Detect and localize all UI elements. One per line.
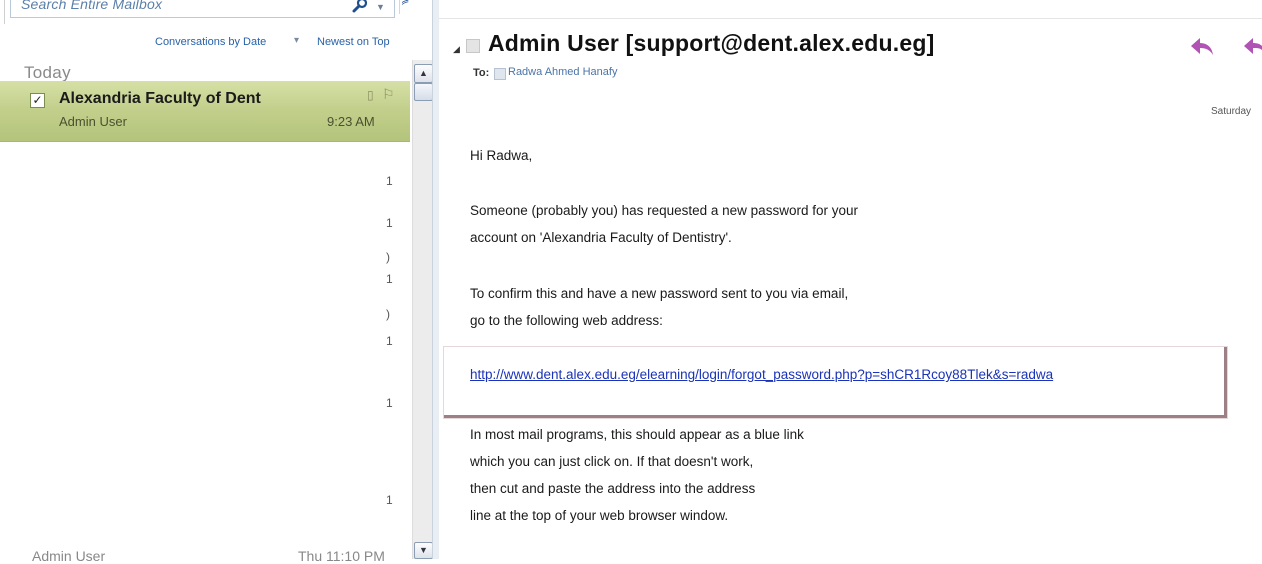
scroll-up-button[interactable]: ▲ (414, 64, 433, 83)
divider (439, 18, 1262, 19)
contact-icon (494, 68, 506, 80)
pane-edge (4, 0, 5, 24)
truncated-item: 1 (386, 174, 393, 188)
scrollbar[interactable]: ▲ ▼ (412, 60, 433, 559)
list-item-selected[interactable]: ✓ Alexandria Faculty of Dent Admin User … (0, 81, 410, 142)
category-icon[interactable]: ▯ (367, 88, 374, 102)
group-header-today: Today (24, 63, 71, 82)
flag-icon[interactable]: ⚐ (382, 86, 395, 103)
message-list-pane: Search Entire Mailbox ▼ ≽ Conversations … (0, 0, 433, 564)
truncated-item: 1 (386, 272, 393, 286)
sort-order-toggle[interactable]: Newest on Top (317, 36, 390, 48)
body-text: which you can just click on. If that doe… (470, 454, 754, 469)
collapse-triangle-icon[interactable]: ◢ (453, 44, 460, 55)
sort-bar: Conversations by Date ▾ Newest on Top (0, 35, 410, 54)
highlight-frame (444, 347, 1227, 418)
body-text: then cut and paste the address into the … (470, 481, 756, 496)
message-subject: Alexandria Faculty of Dent (59, 90, 261, 107)
truncated-item: 1 (386, 493, 393, 507)
body-text: account on 'Alexandria Faculty of Dentis… (470, 230, 732, 245)
search-box[interactable]: Search Entire Mailbox ▼ ≽ (10, 0, 409, 18)
sender-heading[interactable]: Admin User [support@dent.alex.edu.eg] (488, 30, 934, 57)
search-icon[interactable] (351, 0, 369, 14)
chevron-down-icon[interactable]: ▾ (294, 35, 299, 46)
message-time: 9:23 AM (327, 114, 375, 129)
truncated-item: 1 (386, 216, 393, 230)
message-time: Thu 11:10 PM (298, 548, 385, 564)
truncated-item: ) (386, 250, 390, 264)
password-reset-link[interactable]: http://www.dent.alex.edu.eg/elearning/lo… (470, 367, 1225, 382)
body-greeting: Hi Radwa, (470, 148, 533, 163)
message-sender: Admin User (59, 114, 127, 129)
body-text: To confirm this and have a new password … (470, 286, 849, 301)
to-label: To: (473, 67, 490, 79)
divider (399, 0, 400, 14)
recipient-name[interactable]: Radwa Ahmed Hanafy (508, 66, 617, 78)
truncated-item: ) (386, 307, 390, 321)
checkbox[interactable]: ✓ (30, 93, 45, 108)
body-text: go to the following web address: (470, 313, 663, 328)
truncated-item: 1 (386, 396, 393, 410)
search-input[interactable]: Search Entire Mailbox (21, 0, 162, 12)
scroll-down-button[interactable]: ▼ (414, 542, 433, 559)
message-icon (466, 39, 480, 53)
body-text: Someone (probably you) has requested a n… (470, 203, 858, 218)
body-text: In most mail programs, this should appea… (470, 427, 804, 442)
reading-pane: ◢ Admin User [support@dent.alex.edu.eg] … (439, 0, 1262, 559)
message-date: Saturday (1211, 106, 1252, 117)
reply-all-icon[interactable] (1242, 36, 1262, 65)
truncated-item: 1 (386, 334, 393, 348)
sort-by-dropdown[interactable]: Conversations by Date (155, 36, 266, 48)
reply-icon[interactable] (1189, 36, 1215, 65)
expand-search-icon[interactable]: ≽ (401, 0, 409, 7)
body-text: line at the top of your web browser wind… (470, 508, 729, 523)
message-sender[interactable]: Admin User (32, 548, 105, 564)
chevron-down-icon[interactable]: ▼ (376, 2, 385, 12)
scroll-thumb[interactable] (414, 83, 433, 101)
